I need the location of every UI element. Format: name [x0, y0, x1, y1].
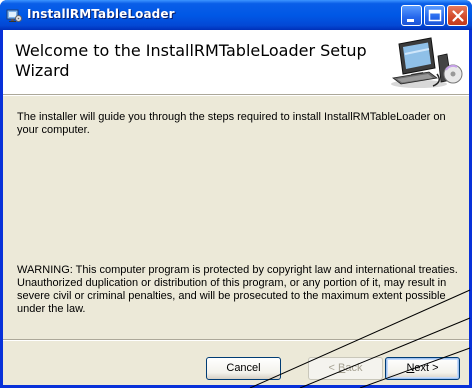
computer-setup-icon	[391, 37, 463, 88]
close-button[interactable]	[447, 5, 468, 26]
cancel-button[interactable]: Cancel	[206, 357, 281, 380]
minimize-button[interactable]	[401, 5, 422, 26]
setup-wizard-window: InstallRMTableLoader Welcome to the Inst…	[0, 0, 472, 388]
minimize-icon	[407, 19, 414, 22]
window-title: InstallRMTableLoader	[27, 7, 175, 21]
back-label-rest: ack	[345, 362, 363, 374]
copyright-warning: WARNING: This computer program is protec…	[17, 264, 458, 315]
close-icon	[452, 10, 464, 22]
title-bar[interactable]: InstallRMTableLoader	[0, 0, 472, 30]
header-divider	[3, 95, 469, 96]
back-label-prefix: <	[328, 362, 338, 374]
maximize-icon	[428, 9, 442, 22]
next-button[interactable]: Next >	[385, 357, 460, 380]
footer-divider-highlight	[3, 340, 469, 341]
next-label-rest: ext >	[414, 362, 439, 374]
installer-icon	[6, 7, 22, 23]
intro-text: The installer will guide you through the…	[17, 111, 446, 136]
back-button[interactable]: < Back	[308, 357, 383, 380]
maximize-button[interactable]	[424, 5, 445, 26]
cancel-label: Cancel	[226, 362, 261, 374]
wizard-header: Welcome to the InstallRMTableLoader Setu…	[3, 30, 469, 95]
wizard-title: Welcome to the InstallRMTableLoader Setu…	[15, 41, 367, 80]
